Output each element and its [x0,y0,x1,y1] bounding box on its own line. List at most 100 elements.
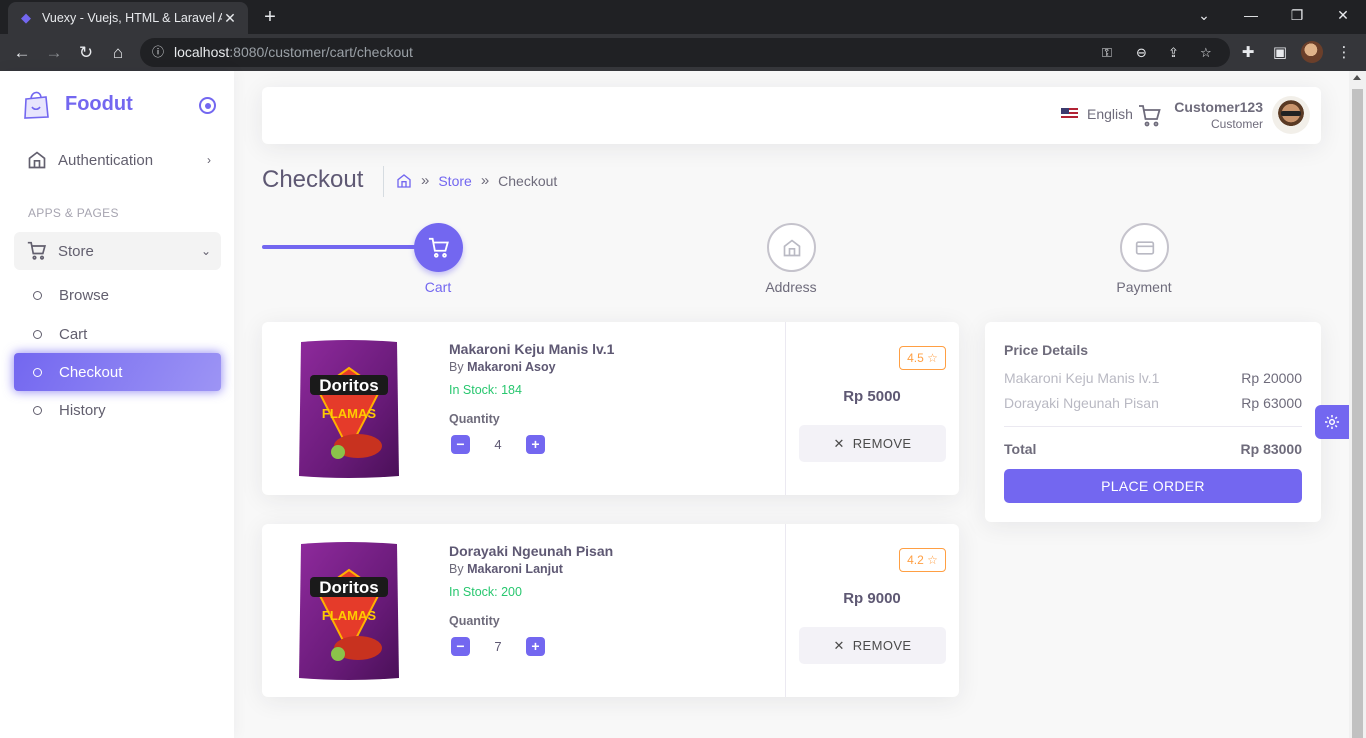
zoom-icon[interactable]: ⊖ [1136,38,1147,67]
sidebar-subitem-history[interactable]: History [14,391,221,429]
shopping-cart-icon[interactable] [1138,104,1162,128]
product-price: Rp 5000 [843,388,901,405]
remove-label: REMOVE [852,638,912,653]
by-prefix: By [449,562,464,576]
price-row: Makaroni Keju Manis lv.1 Rp 20000 [1004,370,1302,386]
close-window-icon[interactable]: ✕ [1320,0,1366,34]
card-divider [785,524,786,697]
brand-name: Foodut [65,92,133,115]
restore-icon[interactable]: ❐ [1274,0,1320,34]
place-order-button[interactable]: PLACE ORDER [1004,469,1302,503]
vuexy-favicon-icon: ◆ [21,10,31,25]
step-cart-circle[interactable] [414,223,463,272]
seller-name[interactable]: Makaroni Asoy [467,360,555,374]
product-name[interactable]: Makaroni Keju Manis lv.1 [449,341,614,357]
step-address-label[interactable]: Address [741,279,841,295]
rating-value: 4.2 [907,553,924,567]
close-tab-icon[interactable]: ✕ [222,10,238,27]
quantity-value[interactable]: 7 [494,639,501,654]
increment-button[interactable]: + [525,636,545,656]
circle-icon [33,329,42,339]
quantity-label: Quantity [449,412,500,426]
address-bar[interactable]: ⓘ localhost:8080/customer/cart/checkout … [140,38,1230,67]
step-payment-label[interactable]: Payment [1094,279,1194,295]
svg-text:Doritos: Doritos [319,376,379,395]
tab-search-icon[interactable]: ⌄ [1181,0,1227,34]
breadcrumb-divider [383,166,384,197]
avatar[interactable] [1272,96,1310,134]
shopping-cart-icon [27,241,47,260]
page-scrollbar[interactable] [1349,71,1366,738]
collapse-sidebar-icon[interactable] [199,97,216,114]
breadcrumb-current: Checkout [498,172,558,189]
sidebar-subitem-checkout[interactable]: Checkout [14,353,221,391]
remove-label: REMOVE [852,436,912,451]
home-browser-icon[interactable]: ⌂ [106,41,130,65]
decrement-button[interactable]: − [451,434,470,454]
quantity-label: Quantity [449,614,500,628]
product-name[interactable]: Dorayaki Ngeunah Pisan [449,543,613,559]
shopping-bag-logo-icon [24,91,49,119]
total-amount: Rp 83000 [1240,441,1302,457]
shopping-cart-icon [428,237,449,258]
circle-icon [33,405,42,415]
site-info-icon[interactable]: ⓘ [150,38,166,67]
product-price: Rp 9000 [843,590,901,607]
seller-name[interactable]: Makaroni Lanjut [467,562,563,576]
quantity-value[interactable]: 4 [494,437,501,452]
scroll-up-arrow-icon[interactable] [1353,75,1361,80]
gear-icon [1325,415,1339,429]
chevron-down-icon: ⌄ [200,244,211,258]
star-icon: ☆ [927,553,938,567]
stock-status: In Stock: 200 [449,585,522,599]
home-icon[interactable] [396,173,412,189]
browser-profile-avatar[interactable] [1301,41,1323,63]
sidebar-item-store[interactable]: Store ⌄ [14,232,221,270]
product-image[interactable]: Doritos FLAMAS [298,540,400,682]
sidebar-subitem-label: Browse [59,286,110,304]
customizer-toggle[interactable] [1315,405,1349,439]
sidebar-subitem-label: Cart [59,325,88,343]
minimize-icon[interactable]: — [1228,0,1274,34]
step-payment-circle[interactable] [1120,223,1169,272]
rating-value: 4.5 [907,351,924,365]
extensions-icon[interactable]: ✚ [1236,41,1260,65]
reload-icon[interactable]: ↻ [74,41,98,65]
breadcrumb-store-link[interactable]: Store [438,173,471,189]
key-icon[interactable]: ⚿ [1102,38,1112,67]
price-row-amount: Rp 20000 [1241,370,1302,386]
product-seller: By Makaroni Lanjut [449,562,563,576]
increment-button[interactable]: + [525,434,545,454]
scrollbar-thumb[interactable] [1352,89,1363,738]
bookmark-star-icon[interactable]: ☆ [1200,38,1212,67]
step-address-circle[interactable] [767,223,816,272]
sidebar-item-authentication[interactable]: Authentication › [14,141,221,179]
step-cart-label[interactable]: Cart [388,279,488,295]
price-total-row: Total Rp 83000 [1004,441,1302,457]
side-panel-icon[interactable]: ▣ [1268,41,1292,65]
browser-tab[interactable]: ◆ Vuexy - Vuejs, HTML & Laravel A ✕ [8,2,248,34]
decrement-button[interactable]: − [451,636,470,656]
stock-status: In Stock: 184 [449,383,522,397]
total-label: Total [1004,441,1037,457]
sidebar-subitem-browse[interactable]: Browse [14,276,221,314]
share-icon[interactable]: ⇪ [1168,38,1179,67]
forward-icon[interactable]: → [42,41,66,65]
sidebar-subitem-cart[interactable]: Cart [14,315,221,353]
rating-badge: 4.5 ☆ [899,346,946,370]
sidebar: Foodut Authentication › APPS & PAGES Sto… [0,71,234,738]
new-tab-icon[interactable]: + [259,6,281,28]
credit-card-icon [1135,240,1154,255]
remove-button[interactable]: ✕ REMOVE [799,425,946,462]
brand[interactable]: Foodut [22,88,133,120]
chrome-menu-icon[interactable]: ⋮ [1332,41,1356,65]
product-image[interactable]: Doritos FLAMAS [298,338,400,480]
user-info[interactable]: Customer123 Customer [1162,99,1263,131]
cart-item-card: Doritos FLAMAS Dorayaki Ngeunah Pisan By… [262,524,959,697]
remove-button[interactable]: ✕ REMOVE [799,627,946,664]
price-row: Dorayaki Ngeunah Pisan Rp 63000 [1004,395,1302,411]
circle-icon [33,367,42,377]
language-dropdown[interactable]: English [1061,106,1133,122]
breadcrumb: » Store » Checkout [396,172,557,189]
back-icon[interactable]: ← [10,41,34,65]
